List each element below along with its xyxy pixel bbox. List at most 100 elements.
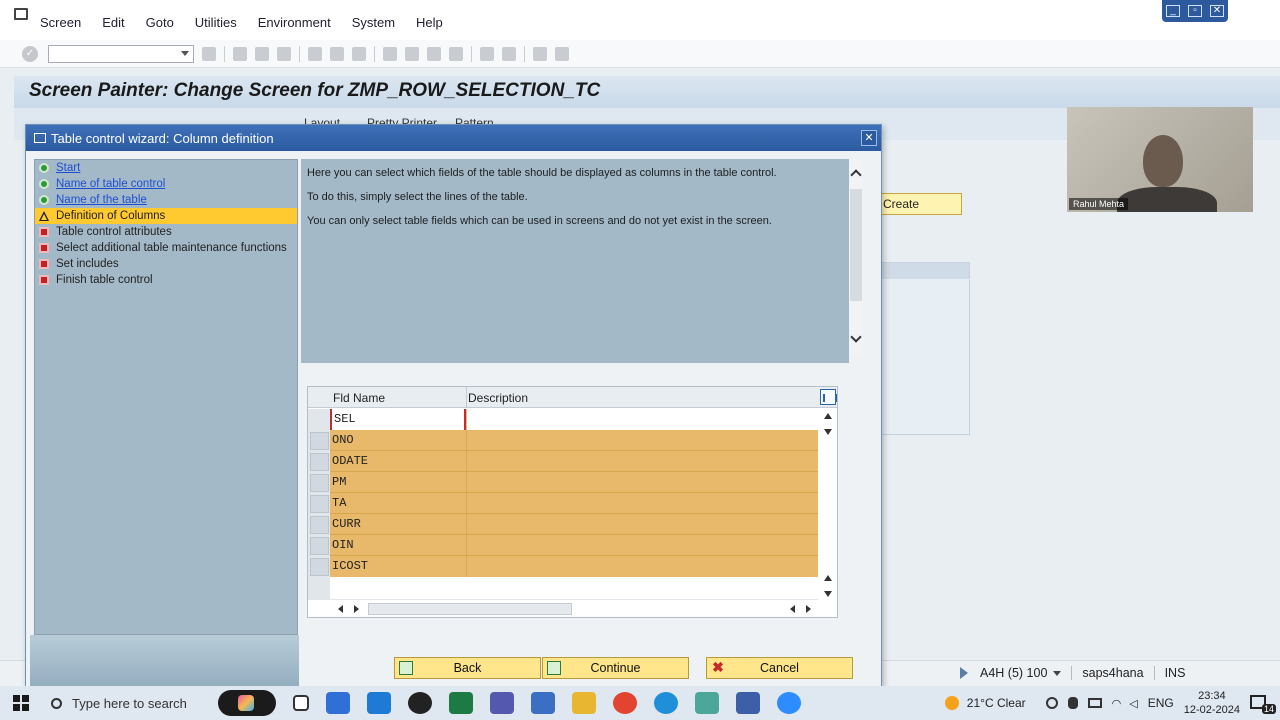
field-name-cell[interactable]: ODATE	[330, 451, 466, 472]
task-view-icon[interactable]	[293, 695, 309, 711]
row-selector[interactable]	[310, 537, 329, 555]
close-icon[interactable]: ✕	[861, 130, 877, 146]
step-name-of-table[interactable]: Name of the table	[35, 192, 297, 208]
chevron-down-icon[interactable]	[181, 50, 189, 56]
row-selector[interactable]	[310, 516, 329, 534]
notification-center[interactable]: 14	[1250, 692, 1276, 714]
save-icon[interactable]	[202, 46, 216, 61]
field-name-cell[interactable]: OIN	[330, 535, 466, 556]
instructions-scrollbar[interactable]	[849, 159, 863, 355]
sap-gui-icon[interactable]	[695, 692, 719, 714]
menu-help[interactable]: Help	[416, 11, 443, 30]
chrome-icon[interactable]	[613, 692, 637, 714]
scroll-up-icon[interactable]	[850, 169, 862, 181]
field-name-cell[interactable]: PM	[330, 472, 466, 493]
row-selector[interactable]	[310, 432, 329, 450]
scroll-down-icon[interactable]	[850, 331, 862, 343]
volume-icon[interactable]: ◁	[1129, 697, 1137, 710]
table-horizontal-scrollbar[interactable]	[308, 599, 818, 617]
row-selector[interactable]	[310, 474, 329, 492]
taskbar-search[interactable]: Type here to search	[43, 689, 208, 717]
sap-screen-icon[interactable]	[736, 692, 760, 714]
play-icon[interactable]	[960, 667, 968, 679]
column-header-field[interactable]: Fld Name	[333, 391, 385, 405]
chevron-down-icon[interactable]	[1053, 670, 1062, 676]
store-icon[interactable]	[326, 692, 350, 714]
weather-text[interactable]: 21°C Clear	[967, 696, 1026, 710]
menu-utilities[interactable]: Utilities	[195, 11, 237, 30]
find-next-icon[interactable]	[352, 46, 366, 61]
scroll-right-icon[interactable]	[354, 605, 359, 613]
menu-system[interactable]: System	[352, 11, 395, 30]
scroll-thumb[interactable]	[850, 189, 862, 301]
table-row[interactable]: ONO	[308, 430, 818, 451]
previous-page-icon[interactable]	[405, 46, 419, 61]
table-row[interactable]: OIN	[308, 535, 818, 556]
clock[interactable]: 23:34 12-02-2024	[1184, 689, 1240, 717]
edge-icon[interactable]	[654, 692, 678, 714]
battery-icon[interactable]	[1087, 698, 1102, 708]
restore-icon[interactable]: ▫	[1188, 5, 1202, 17]
table-row[interactable]: PM	[308, 472, 818, 493]
table-row[interactable]: TA	[308, 493, 818, 514]
copilot-icon[interactable]	[218, 690, 276, 716]
menu-screen[interactable]: Screen	[40, 11, 81, 30]
back-button[interactable]: Back	[394, 657, 541, 679]
continue-button[interactable]: Continue	[542, 657, 689, 679]
field-name-cell[interactable]: ONO	[330, 430, 466, 451]
field-name-cell[interactable]: CURR	[330, 514, 466, 535]
excel-icon[interactable]	[449, 692, 473, 714]
mail-icon[interactable]	[367, 692, 391, 714]
cancel-icon[interactable]	[277, 46, 291, 61]
back-icon[interactable]	[233, 46, 247, 61]
table-vertical-scrollbar[interactable]	[818, 409, 837, 599]
row-selector[interactable]	[310, 495, 329, 513]
column-header-description[interactable]: Description	[468, 391, 528, 405]
find-icon[interactable]	[330, 46, 344, 61]
scroll-up-icon[interactable]	[824, 575, 832, 581]
people-icon[interactable]	[1045, 697, 1058, 709]
help-icon[interactable]	[533, 46, 547, 61]
teams-icon[interactable]	[490, 692, 514, 714]
scroll-up-icon[interactable]	[824, 413, 832, 419]
create-button[interactable]: Create	[874, 193, 962, 215]
table-settings-icon[interactable]	[820, 389, 837, 405]
table-row[interactable]: ODATE	[308, 451, 818, 472]
cancel-button[interactable]: ✖ Cancel	[706, 657, 853, 679]
sap-menu-icon[interactable]	[14, 8, 28, 20]
scroll-down-icon[interactable]	[824, 591, 832, 597]
row-selector[interactable]	[310, 558, 329, 576]
zoom-icon[interactable]	[777, 692, 801, 714]
next-page-icon[interactable]	[427, 46, 441, 61]
new-session-icon[interactable]	[480, 46, 494, 61]
field-name-cell[interactable]: ICOST	[330, 556, 466, 577]
scroll-left-icon[interactable]	[338, 605, 343, 613]
scroll-thumb[interactable]	[368, 603, 572, 615]
enter-check-icon[interactable]: ✓	[22, 45, 38, 62]
menu-environment[interactable]: Environment	[258, 11, 331, 30]
step-start[interactable]: Start	[35, 160, 297, 176]
scroll-right-icon[interactable]	[806, 605, 811, 613]
menu-goto[interactable]: Goto	[146, 11, 174, 30]
dell-icon[interactable]	[408, 692, 432, 714]
field-name-cell[interactable]: TA	[330, 493, 466, 514]
first-page-icon[interactable]	[383, 46, 397, 61]
exit-icon[interactable]	[255, 46, 269, 61]
print-icon[interactable]	[308, 46, 322, 61]
sap-logon-icon[interactable]	[531, 692, 555, 714]
menu-edit[interactable]: Edit	[102, 11, 124, 30]
table-row[interactable]: SEL	[308, 409, 818, 430]
minimize-icon[interactable]: _	[1166, 5, 1180, 17]
step-name-of-table-control[interactable]: Name of table control	[35, 176, 297, 192]
row-selector[interactable]	[310, 453, 329, 471]
close-window-icon[interactable]: ✕	[1210, 5, 1224, 17]
shortcut-icon[interactable]	[502, 46, 516, 61]
file-explorer-icon[interactable]	[572, 692, 596, 714]
field-name-cell[interactable]: SEL	[330, 409, 466, 430]
table-row[interactable]: CURR	[308, 514, 818, 535]
windows-start-icon[interactable]	[13, 695, 29, 711]
last-page-icon[interactable]	[449, 46, 463, 61]
microphone-icon[interactable]	[1067, 697, 1078, 709]
command-field[interactable]	[48, 44, 194, 63]
wifi-icon[interactable]: ◠	[1112, 697, 1122, 710]
